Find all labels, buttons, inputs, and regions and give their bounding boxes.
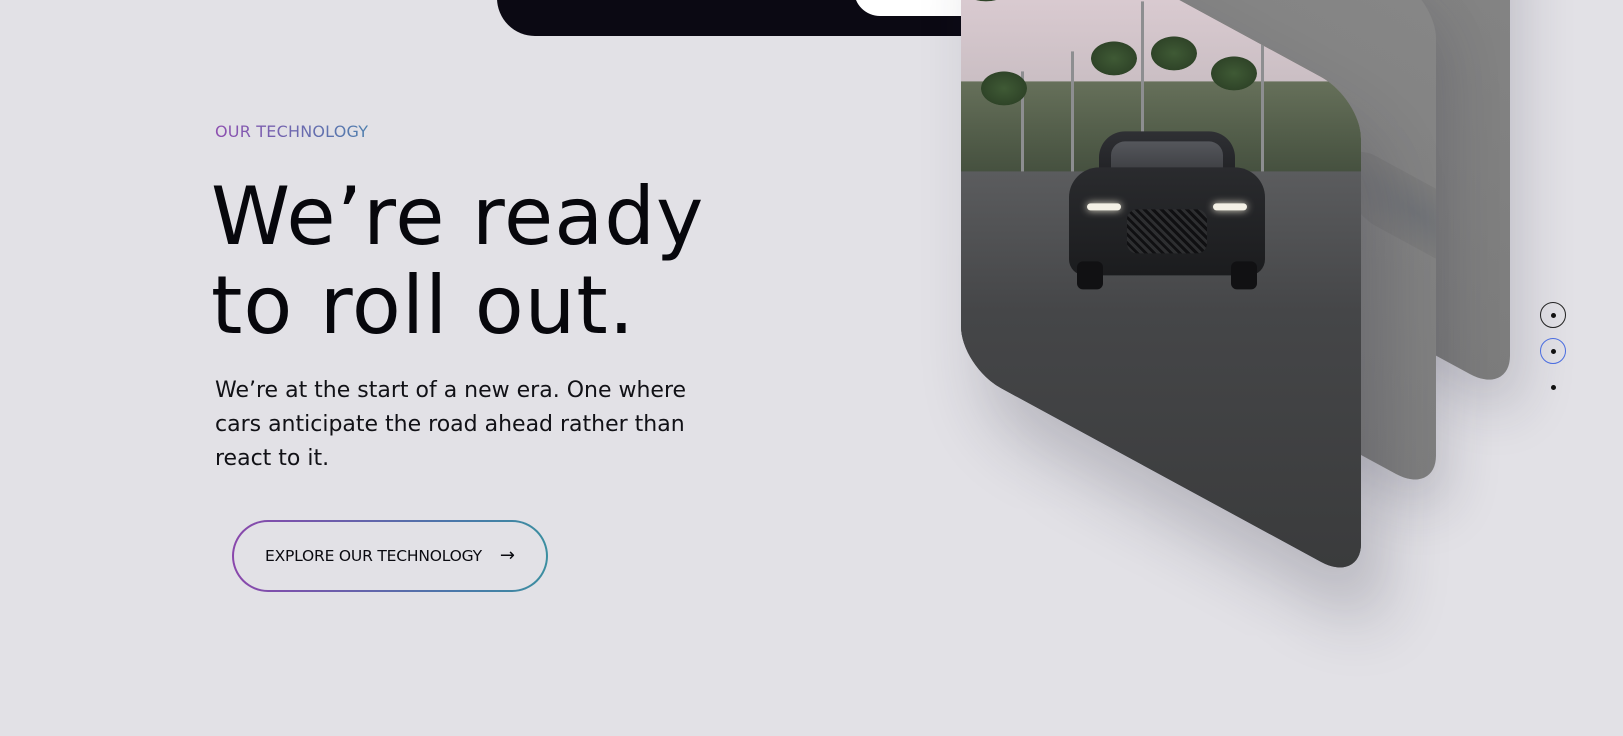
section-eyebrow: OUR TECHNOLOGY	[215, 122, 369, 141]
palm-tree	[1151, 36, 1197, 71]
headlight	[1087, 203, 1121, 211]
cta-label: EXPLORE OUR TECHNOLOGY	[265, 547, 482, 565]
pager-dot-1[interactable]	[1540, 302, 1566, 328]
car-grille	[1127, 209, 1207, 254]
headlight	[1213, 203, 1247, 211]
wheel	[1077, 261, 1103, 290]
headline-line-2: to roll out.	[211, 259, 636, 352]
pager-dot-2-active[interactable]	[1540, 338, 1566, 364]
explore-technology-button-inner[interactable]: EXPLORE OUR TECHNOLOGY →	[234, 522, 546, 590]
pager-dot-core	[1550, 312, 1556, 318]
pager-dot-core	[1550, 348, 1556, 354]
pager-dot-3[interactable]	[1540, 374, 1566, 400]
arrow-right-icon: →	[499, 545, 515, 566]
headline-line-1: We’re ready	[211, 170, 705, 263]
intro-paragraph: We’re at the start of a new era. One whe…	[215, 378, 687, 471]
wheel	[1231, 261, 1257, 290]
card-front-vehicle-image[interactable]	[961, 0, 1361, 584]
palm-tree	[1091, 41, 1137, 76]
suv-vehicle	[1069, 131, 1265, 291]
palm-tree	[981, 71, 1027, 106]
palm-tree	[1211, 56, 1257, 91]
page-headline: We’re ready to roll out.	[211, 172, 771, 350]
pager-dot-core	[1550, 384, 1556, 390]
explore-technology-button[interactable]: EXPLORE OUR TECHNOLOGY →	[232, 520, 548, 592]
